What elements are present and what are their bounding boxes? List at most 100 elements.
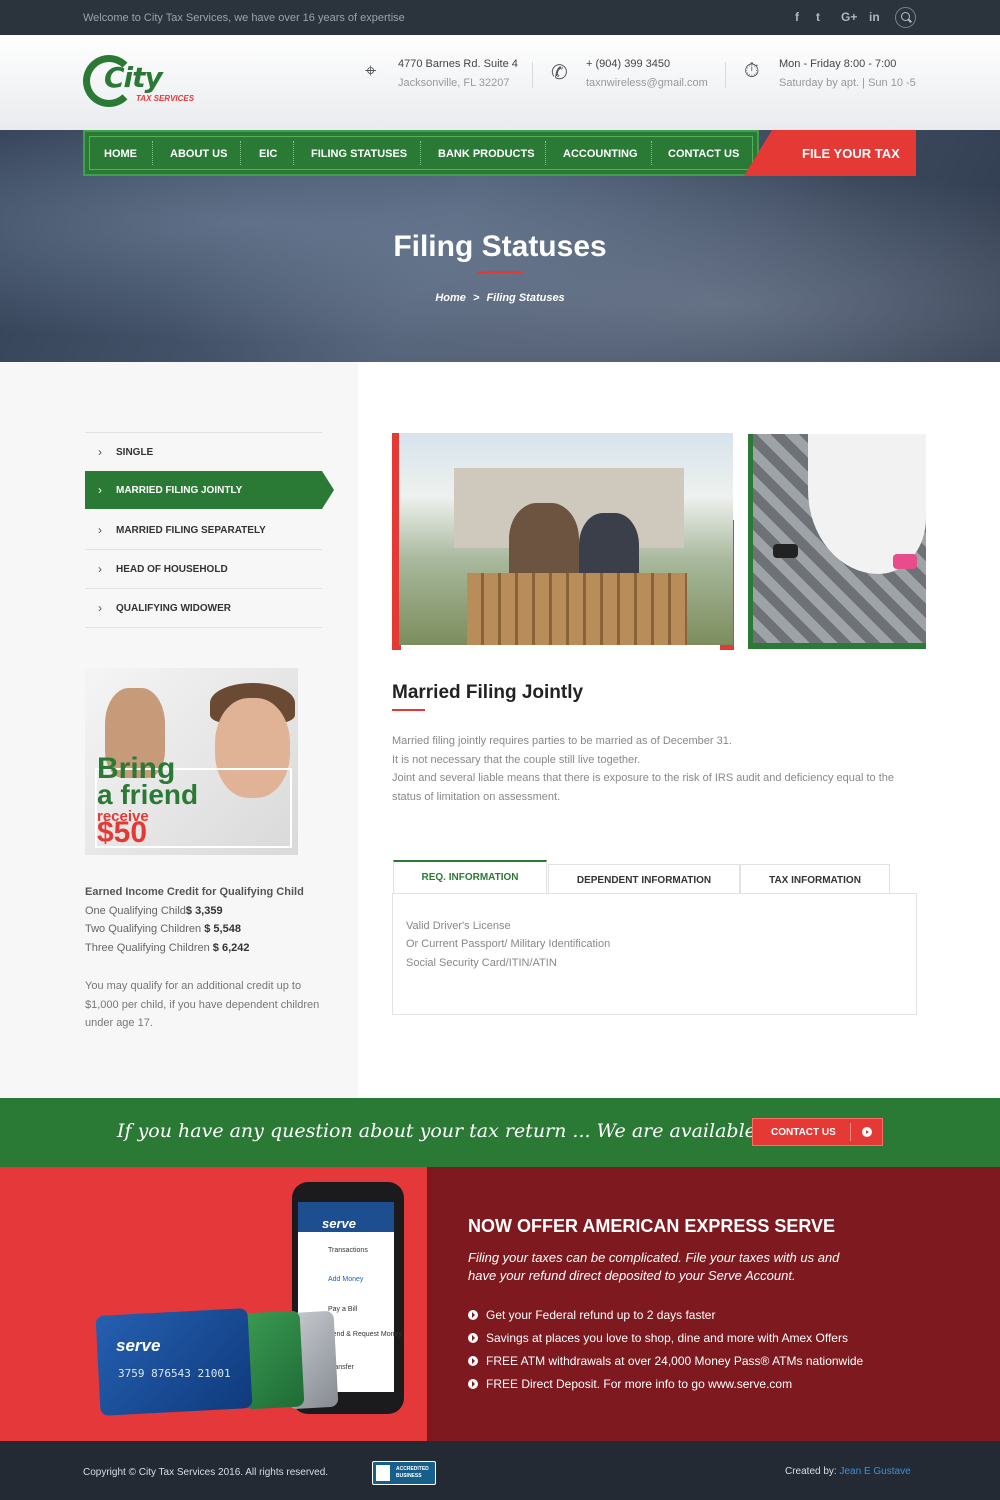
nav-divider [545, 141, 546, 165]
eic-row: Two Qualifying Children $ 5,548 [85, 923, 241, 935]
address-line2: Jacksonville, FL 32207 [398, 77, 510, 89]
amex-info-panel [427, 1167, 1000, 1441]
breadcrumb-current: Filing Statuses [486, 292, 565, 304]
refer-a-friend-promo[interactable]: Bring a friend receive $50 [85, 668, 298, 855]
sidebar-item-label: HEAD OF HOUSEHOLD [116, 564, 228, 575]
tab-content-line: Or Current Passport/ Military Identifica… [406, 938, 611, 950]
contact-us-label[interactable]: CONTACT US [771, 1127, 836, 1138]
arrow-circle-icon [468, 1379, 478, 1389]
tab-panel [392, 893, 917, 1015]
twitter-icon[interactable]: t [816, 10, 820, 24]
cta-text: If you have any question about your tax … [117, 1120, 756, 1142]
divider [532, 62, 533, 88]
title-underline [392, 709, 425, 711]
nav-divider [293, 141, 294, 165]
amex-bullet: FREE ATM withdrawals at over 24,000 Mone… [468, 1354, 863, 1368]
bench [467, 573, 687, 645]
nav-home[interactable]: HOME [104, 148, 137, 160]
tab-req-information[interactable]: REQ. INFORMATION [393, 860, 547, 894]
chevron-right-icon: › [98, 445, 102, 459]
chevron-right-icon: › [98, 523, 102, 537]
arrow-circle-icon [468, 1356, 478, 1366]
phone-menu-item: Send & Request Money [328, 1331, 402, 1338]
bbb-text: ACCREDITED BUSINESS [396, 1466, 429, 1479]
nav-contact-us[interactable]: CONTACT US [668, 148, 739, 160]
eic-row: One Qualifying Child$ 3,359 [85, 905, 223, 917]
email-link[interactable]: taxnwireless@gmail.com [586, 77, 708, 89]
logo[interactable]: City [104, 61, 163, 94]
nav-eic[interactable]: EIC [259, 148, 277, 160]
nav-bank-products[interactable]: BANK PRODUCTS [438, 148, 535, 160]
sidebar-item-label: MARRIED FILING SEPARATELY [116, 525, 266, 536]
amex-bullet: Savings at places you love to shop, dine… [468, 1331, 848, 1345]
promo-amount: $50 [97, 816, 148, 849]
logo-subtitle: TAX SERVICES [136, 94, 195, 103]
amex-subtitle: Filing your taxes can be complicated. Fi… [468, 1250, 840, 1265]
eic-note: You may qualify for an additional credit… [85, 980, 320, 1029]
amex-subtitle: have your refund direct deposited to you… [468, 1268, 796, 1283]
tab-content-line: Valid Driver's License [406, 920, 511, 932]
eic-row: Three Qualifying Children $ 6,242 [85, 942, 250, 954]
chevron-right-icon: › [98, 562, 102, 576]
shoe [893, 554, 917, 569]
chevron-right-icon: › [98, 601, 102, 615]
stopwatch-icon: ⏱ [744, 60, 760, 82]
card-brand: serve [116, 1336, 161, 1355]
breadcrumb-home[interactable]: Home [435, 292, 466, 304]
title-underline [477, 271, 523, 274]
hours-line1: Mon - Friday 8:00 - 7:00 [779, 58, 897, 70]
breadcrumb-separator: > [472, 292, 480, 304]
created-by: Created by: Jean E Gustave [785, 1466, 911, 1477]
search-icon[interactable] [895, 7, 916, 28]
page-title: Filing Statuses [393, 230, 607, 263]
nav-filing-statuses[interactable]: FILING STATUSES [311, 148, 407, 160]
blue-card-image [95, 1308, 253, 1416]
phone-menu-item: Pay a Bill [328, 1306, 358, 1313]
sidebar-item-label: SINGLE [116, 447, 154, 458]
couple-on-bench-image [399, 433, 733, 645]
google-plus-icon[interactable]: G+ [841, 10, 857, 24]
paragraph: It is not necessary that the couple stil… [392, 754, 641, 766]
linkedin-icon[interactable]: in [869, 10, 880, 24]
wedding-dress-image [753, 434, 926, 643]
sidebar-item-married-filing-separately[interactable]: › MARRIED FILING SEPARATELY [85, 511, 322, 549]
bbb-logo-icon [376, 1465, 390, 1481]
section-title: Married Filing Jointly [392, 682, 584, 703]
breadcrumb: Home > Filing Statuses [0, 292, 1000, 304]
nav-divider [420, 141, 421, 165]
paragraph: Married filing jointly requires parties … [392, 735, 732, 747]
sidebar-item-head-of-household[interactable]: › HEAD OF HOUSEHOLD [85, 550, 322, 588]
tab-tax-information[interactable]: TAX INFORMATION [740, 864, 890, 894]
shoe [773, 544, 798, 558]
amex-bullet: Get your Federal refund up to 2 days fas… [468, 1308, 715, 1322]
divider [725, 62, 726, 88]
sidebar-item-single[interactable]: › SINGLE [85, 433, 322, 471]
arrow-circle-icon [468, 1333, 478, 1343]
chevron-right-icon: › [98, 483, 102, 497]
sidebar-item-qualifying-widower[interactable]: › QUALIFYING WIDOWER [85, 589, 322, 627]
sidebar-item-married-filing-jointly[interactable]: › MARRIED FILING JOINTLY [85, 471, 334, 509]
card-number: 3759 876543 21001 [118, 1367, 231, 1380]
serve-logo: serve [322, 1216, 356, 1231]
address-line1: 4770 Barnes Rd. Suite 4 [398, 58, 518, 70]
welcome-text: Welcome to City Tax Services, we have ov… [83, 12, 405, 24]
sidebar-item-label: MARRIED FILING JOINTLY [116, 485, 243, 496]
facebook-icon[interactable]: f [795, 10, 799, 24]
author-link[interactable]: Jean E Gustave [839, 1466, 910, 1477]
nav-about-us[interactable]: ABOUT US [170, 148, 227, 160]
file-your-tax-label[interactable]: FILE YOUR TAX [802, 146, 900, 161]
tab-dependent-information[interactable]: DEPENDENT INFORMATION [548, 864, 740, 894]
nav-divider [651, 141, 652, 165]
phone-icon: ✆ [551, 62, 568, 84]
sidebar-item-label: QUALIFYING WIDOWER [116, 603, 231, 614]
divider [85, 627, 322, 628]
nav-divider [152, 141, 153, 165]
tab-content-line: Social Security Card/ITIN/ATIN [406, 957, 557, 969]
phone-number[interactable]: + (904) 399 3450 [586, 58, 670, 70]
hours-line2: Saturday by apt. | Sun 10 -5 [779, 77, 916, 89]
arrow-circle-icon[interactable] [862, 1127, 872, 1137]
copyright: Copyright © City Tax Services 2016. All … [83, 1467, 329, 1478]
button-divider [850, 1123, 851, 1141]
phone-menu-item: Transactions [328, 1247, 368, 1254]
nav-accounting[interactable]: ACCOUNTING [563, 148, 638, 160]
